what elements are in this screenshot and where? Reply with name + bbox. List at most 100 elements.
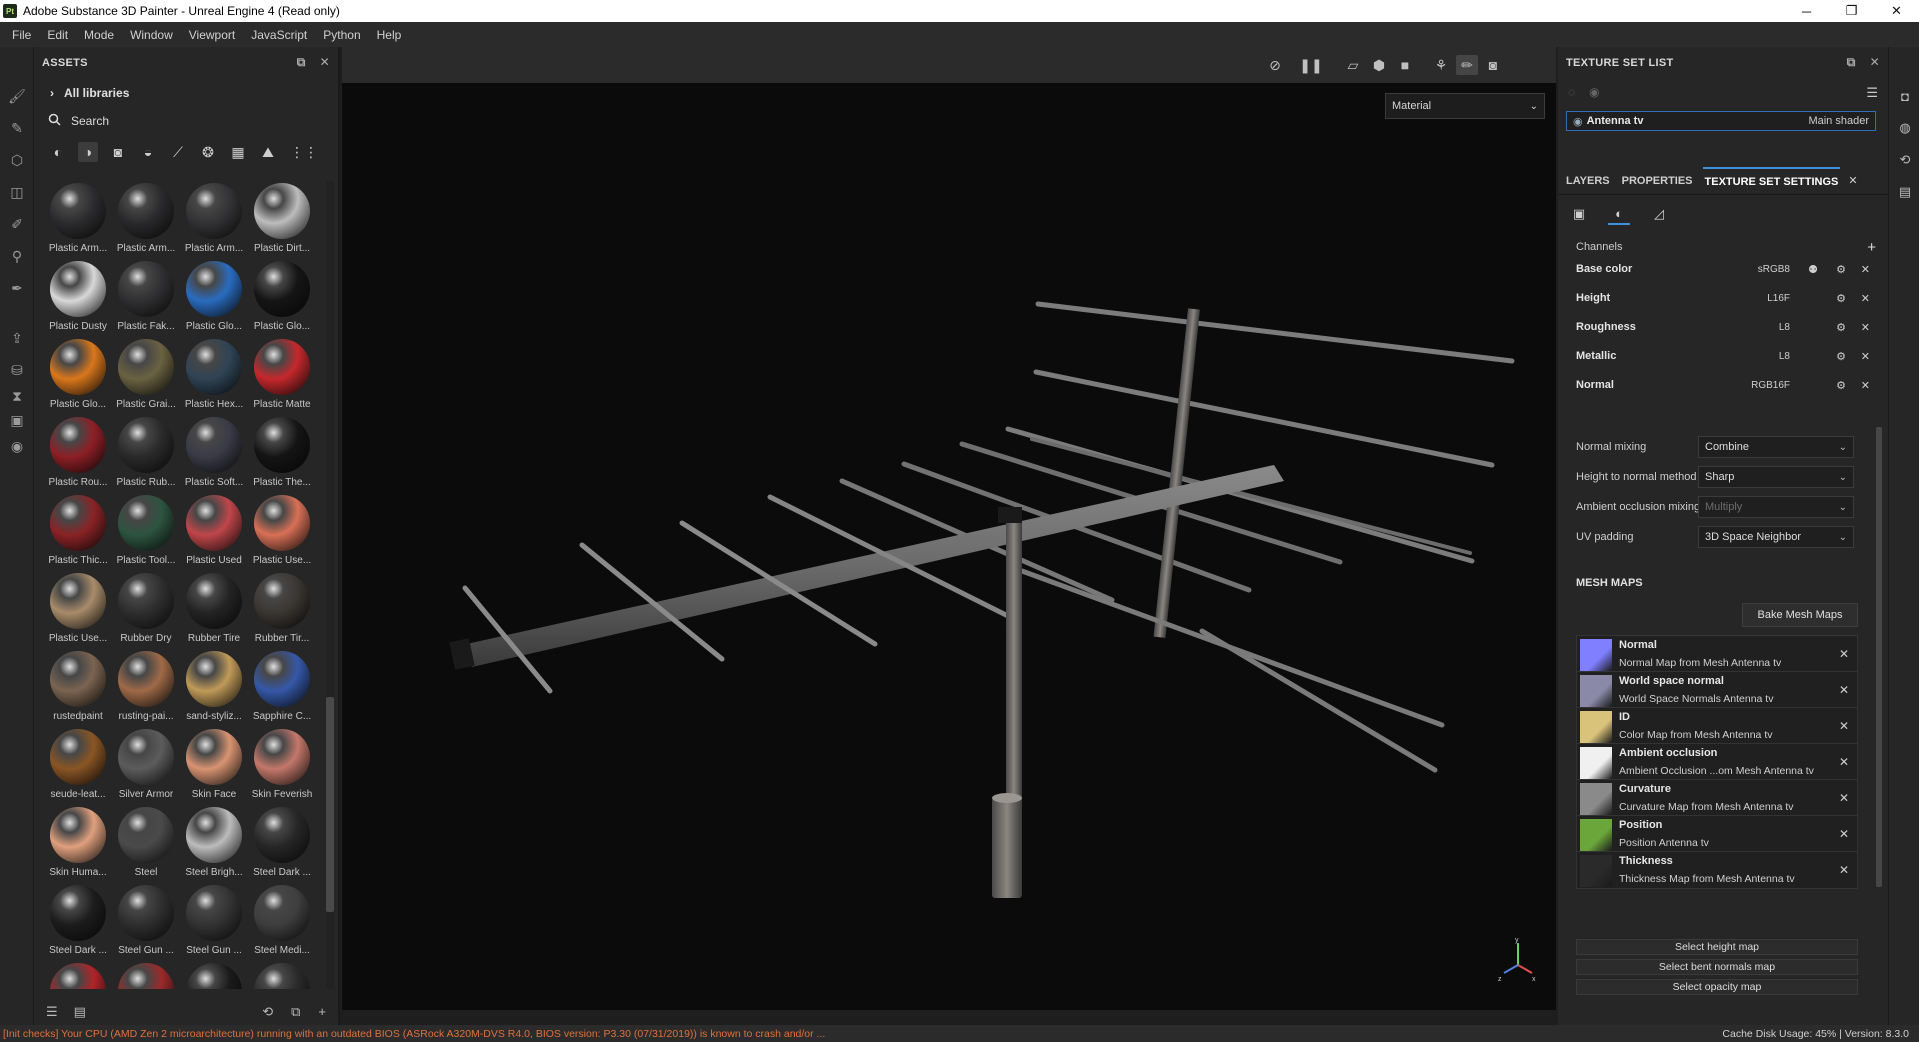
- asset-tile[interactable]: Plastic Grai...: [112, 337, 180, 415]
- shader-name[interactable]: Main shader: [1808, 115, 1869, 127]
- asset-tile[interactable]: Skin Huma...: [44, 805, 112, 883]
- close-button[interactable]: ✕: [1874, 0, 1919, 22]
- asset-tile[interactable]: Plastic Rub...: [112, 415, 180, 493]
- gear-icon[interactable]: ⚙: [1836, 350, 1846, 363]
- remove-icon[interactable]: ✕: [1861, 350, 1870, 363]
- new-window-icon[interactable]: ⧉: [291, 1004, 300, 1020]
- asset-tile[interactable]: [180, 961, 248, 989]
- mesh-map-item[interactable]: Curvature Curvature Map from Mesh Antenna…: [1576, 779, 1858, 817]
- channel-roughness[interactable]: Roughness L8 ⚙ ✕: [1576, 315, 1876, 339]
- particles-filter-icon[interactable]: ❂: [198, 142, 218, 162]
- menu-icon[interactable]: ☰: [1866, 85, 1878, 101]
- asset-tile[interactable]: rusting-pai...: [112, 649, 180, 727]
- channel-format[interactable]: RGB16F: [1751, 380, 1790, 391]
- bake-icon[interactable]: ⛁: [8, 361, 26, 379]
- texture-set-row[interactable]: ◉ Antenna tv Main shader: [1566, 111, 1876, 131]
- asset-tile[interactable]: Plastic Arm...: [44, 181, 112, 259]
- mesh-map-item[interactable]: World space normal World Space Normals An…: [1576, 671, 1858, 709]
- close-panel-icon[interactable]: ✕: [320, 55, 330, 70]
- asset-tile[interactable]: Steel Dark ...: [44, 883, 112, 961]
- remove-icon[interactable]: ✕: [1839, 791, 1849, 805]
- textures-filter-icon[interactable]: ▦: [228, 142, 248, 162]
- eye-icon[interactable]: ◉: [1589, 85, 1599, 99]
- symmetry-icon[interactable]: ⚘: [1430, 55, 1452, 75]
- 3d-view-icon[interactable]: ⬢: [1368, 55, 1390, 75]
- mesh-map-source[interactable]: Curvature Map from Mesh Antenna tv: [1619, 801, 1794, 813]
- export-icon[interactable]: ⇪: [8, 329, 26, 347]
- mesh-map-item[interactable]: Ambient occlusion Ambient Occlusion ...om…: [1576, 743, 1858, 781]
- asset-tile[interactable]: Plastic Rou...: [44, 415, 112, 493]
- add-icon[interactable]: +: [318, 1004, 326, 1020]
- minimize-button[interactable]: ─: [1784, 0, 1829, 22]
- select-height-map-button[interactable]: Select height map: [1576, 939, 1858, 955]
- asset-tile[interactable]: Rubber Tire: [180, 571, 248, 649]
- materials-filter-icon[interactable]: ◐: [48, 142, 68, 162]
- eraser-icon[interactable]: ✎: [8, 119, 26, 137]
- add-channel-icon[interactable]: +: [1867, 239, 1876, 256]
- channel-normal[interactable]: Normal RGB16F ⚙ ✕: [1576, 373, 1876, 397]
- asset-tile[interactable]: Plastic Hex...: [180, 337, 248, 415]
- asset-tile[interactable]: Plastic Tool...: [112, 493, 180, 571]
- paint-brush-icon[interactable]: 🖌: [8, 87, 26, 105]
- antenna-3d-model[interactable]: [342, 83, 1556, 1010]
- remove-icon[interactable]: ✕: [1861, 321, 1870, 334]
- asset-tile[interactable]: Sapphire C...: [248, 649, 316, 727]
- asset-tile[interactable]: Plastic Glo...: [44, 337, 112, 415]
- hourglass-icon[interactable]: ⧗: [8, 387, 26, 405]
- asset-tile[interactable]: Skin Face: [180, 727, 248, 805]
- channel-format[interactable]: sRGB8: [1758, 264, 1790, 275]
- mesh-map-item[interactable]: ID Color Map from Mesh Antenna tv ✕: [1576, 707, 1858, 745]
- environment-filter-icon[interactable]: ⛰: [258, 142, 278, 162]
- visibility-eye-icon[interactable]: ◉: [1573, 115, 1583, 128]
- asset-tile[interactable]: Plastic Dirt...: [248, 181, 316, 259]
- texture-set-list-icon[interactable]: ◘: [1896, 87, 1914, 105]
- viewport[interactable]: ⊘ ❚❚ ▱ ⬢ ■ ⚘ ✏ ◙ Material ⌄ y x z: [342, 47, 1556, 1010]
- camera-icon[interactable]: ■: [1394, 55, 1416, 75]
- menu-javascript[interactable]: JavaScript: [243, 28, 315, 42]
- remove-icon[interactable]: ✕: [1839, 683, 1849, 697]
- channel-format[interactable]: L8: [1779, 322, 1790, 333]
- asset-tile[interactable]: Plastic Glo...: [248, 259, 316, 337]
- polygon-fill-icon[interactable]: ◫: [8, 183, 26, 201]
- asset-tile[interactable]: Plastic Thic...: [44, 493, 112, 571]
- asset-tile[interactable]: Steel Dark ...: [248, 805, 316, 883]
- maximize-button[interactable]: ❐: [1829, 0, 1874, 22]
- height-to-normal-select[interactable]: Sharp ⌄: [1698, 466, 1854, 488]
- status-warning[interactable]: [Init checks] Your CPU (AMD Zen 2 microa…: [0, 1028, 825, 1040]
- asset-tile[interactable]: rustedpaint: [44, 649, 112, 727]
- select-opacity-map-button[interactable]: Select opacity map: [1576, 979, 1858, 995]
- display-settings-icon[interactable]: ◉: [8, 437, 26, 455]
- asset-tile[interactable]: Plastic Use...: [44, 571, 112, 649]
- asset-tile[interactable]: Plastic Use...: [248, 493, 316, 571]
- asset-tile[interactable]: Steel: [112, 805, 180, 883]
- gear-icon[interactable]: ⚙: [1836, 263, 1846, 276]
- asset-tile[interactable]: Plastic Arm...: [180, 181, 248, 259]
- paint-mode-icon[interactable]: ✏: [1456, 55, 1478, 75]
- asset-tile[interactable]: Rubber Dry: [112, 571, 180, 649]
- asset-tile[interactable]: Silver Armor: [112, 727, 180, 805]
- asset-tile[interactable]: Plastic Fak...: [112, 259, 180, 337]
- log-icon[interactable]: ▤: [1896, 183, 1914, 201]
- pause-icon[interactable]: ❚❚: [1299, 55, 1322, 75]
- search-input[interactable]: Search: [71, 114, 109, 128]
- library-selector[interactable]: › All libraries: [34, 79, 338, 107]
- tab-texture-set-settings[interactable]: TEXTURE SET SETTINGS: [1702, 166, 1841, 195]
- hide-icon[interactable]: ◌: [1568, 85, 1575, 99]
- uv-icon[interactable]: ◿: [1648, 203, 1670, 225]
- hide-ui-icon[interactable]: ⊘: [1264, 55, 1286, 75]
- menu-help[interactable]: Help: [369, 28, 410, 42]
- shelf-icon[interactable]: ▣: [8, 411, 26, 429]
- assets-search[interactable]: Search: [34, 107, 338, 135]
- mesh-map-item[interactable]: Thickness Thickness Map from Mesh Antenna…: [1576, 851, 1858, 889]
- undock-icon[interactable]: ⧉: [1847, 55, 1856, 70]
- channel-metallic[interactable]: Metallic L8 ⚙ ✕: [1576, 344, 1876, 368]
- list-view-icon[interactable]: ☰: [46, 1004, 58, 1020]
- asset-tile[interactable]: Plastic Dusty: [44, 259, 112, 337]
- smart-materials-filter-icon[interactable]: ◑: [78, 142, 98, 162]
- asset-tile[interactable]: Skin Feverish: [248, 727, 316, 805]
- remove-icon[interactable]: ✕: [1839, 863, 1849, 877]
- mesh-map-source[interactable]: Thickness Map from Mesh Antenna tv: [1619, 873, 1795, 885]
- menu-window[interactable]: Window: [122, 28, 181, 42]
- select-bent-normals-map-button[interactable]: Select bent normals map: [1576, 959, 1858, 975]
- remove-icon[interactable]: ✕: [1839, 827, 1849, 841]
